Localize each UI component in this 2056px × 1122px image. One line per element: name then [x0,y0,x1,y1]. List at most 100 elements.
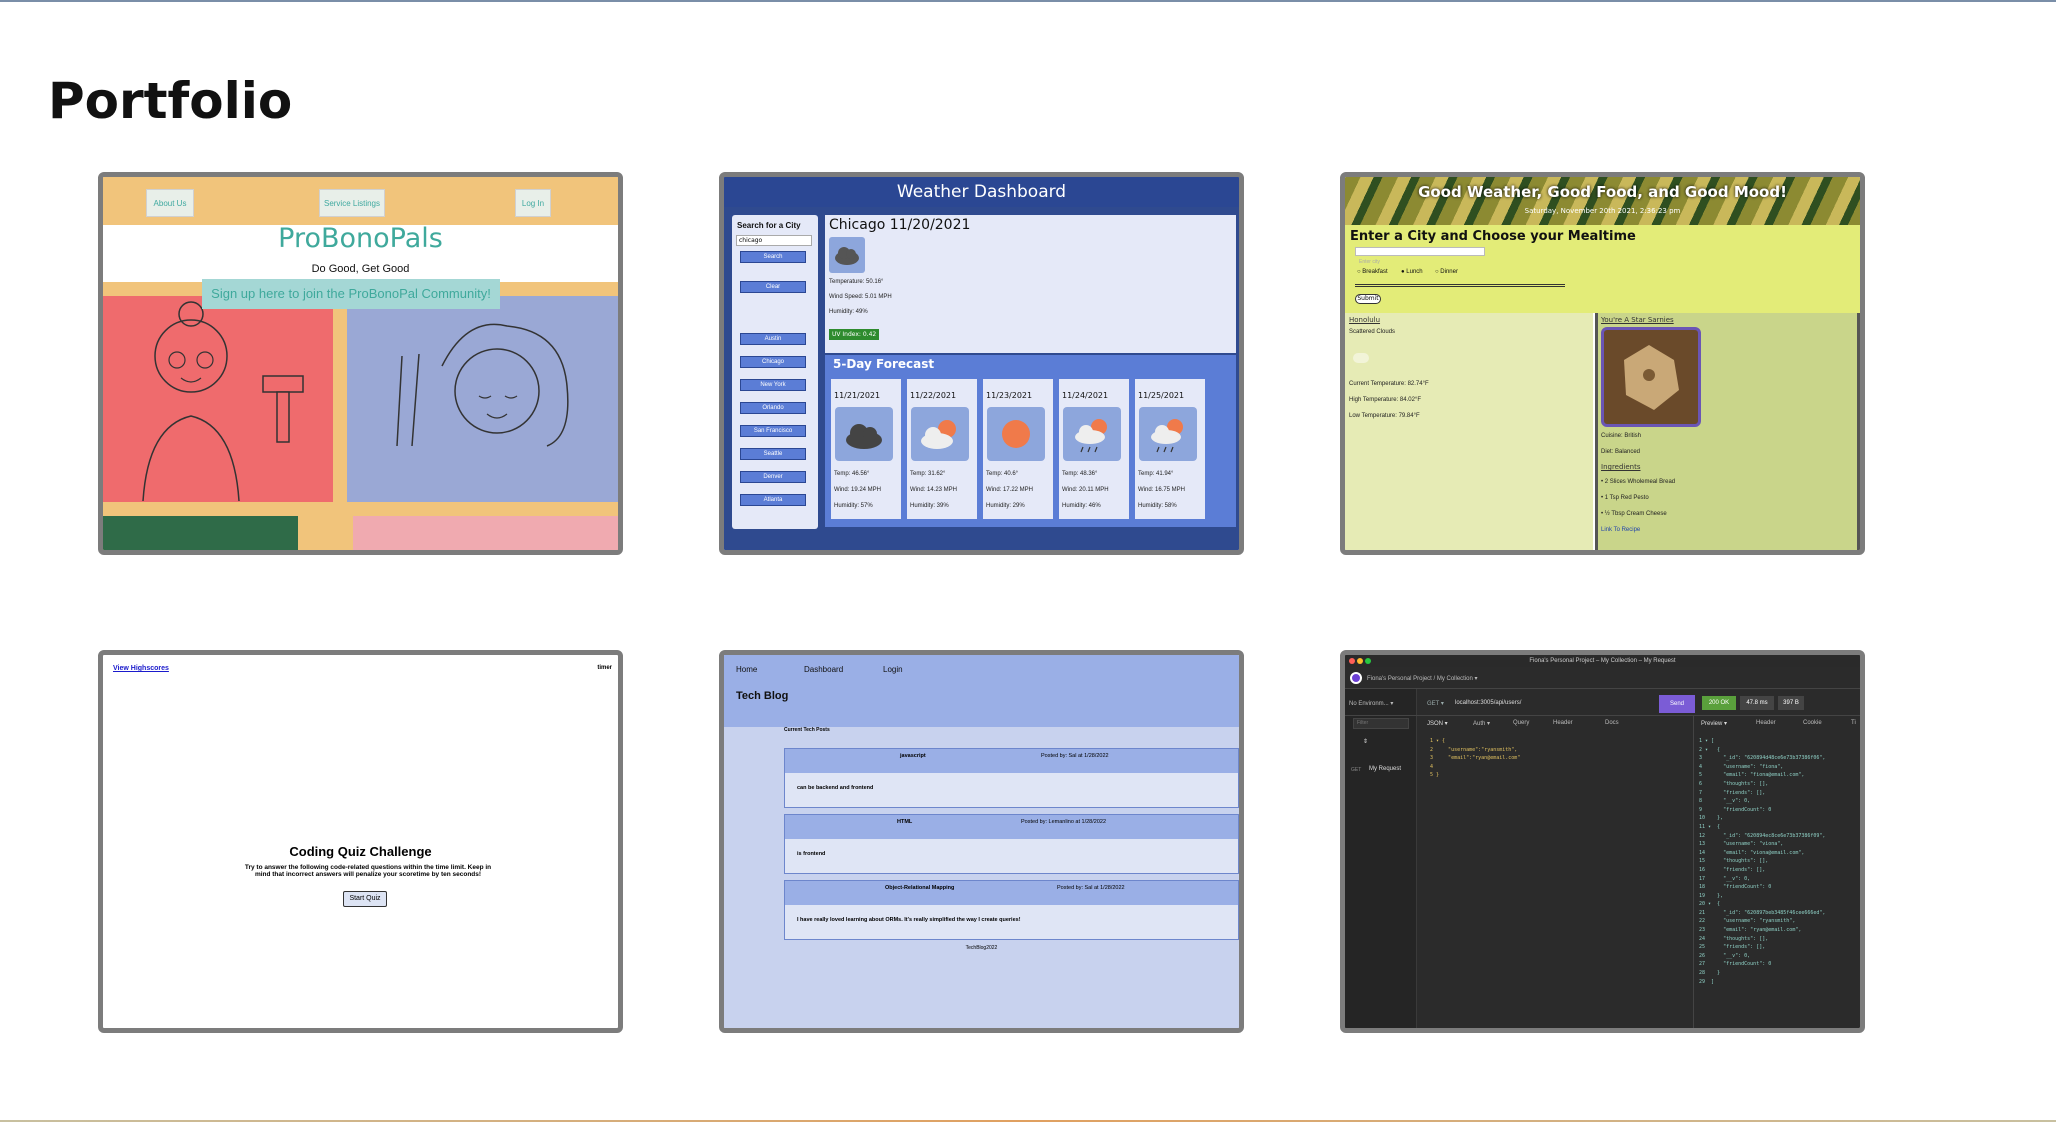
status-badge: 200 OK [1702,696,1736,710]
uv-index-badge: UV Index: 0.42 [829,329,880,340]
city-button-austin[interactable]: Austin [740,333,806,345]
post-title: HTML [897,819,913,825]
result-high-temp: High Temperature: 84.02°F [1349,397,1421,403]
project-card-tech-blog[interactable]: Home Dashboard Login Tech Blog Current T… [719,650,1244,1033]
post-body: is frontend [797,851,826,857]
forecast-wind: Wind: 16.75 MPH [1138,487,1186,493]
city-input[interactable]: Enter city [1355,247,1485,265]
recipe-panel: You're A Star Sarnies Cuisine: British D… [1595,313,1860,550]
post-meta: Posted by: Lemanlino at 1/28/2022 [1021,819,1107,825]
illustration-panel-red [103,296,333,502]
close-window-icon[interactable] [1349,658,1355,664]
search-button[interactable]: Search [740,251,806,263]
forecast-date: 11/24/2021 [1062,391,1109,400]
forecast-temp: Temp: 31.62° [910,471,946,477]
tab-json[interactable]: JSON ▾ [1427,720,1448,727]
good-mood-date: Saturday, November 20th 2021, 2:36:23 pm [1524,207,1681,215]
tab-header[interactable]: Header [1553,720,1573,726]
project-card-api-client[interactable]: Fiona's Personal Project – My Collection… [1340,650,1865,1033]
recipe-link[interactable]: Link To Recipe [1601,527,1640,533]
recipe-title[interactable]: You're A Star Sarnies [1601,316,1674,324]
forecast-card: 11/22/2021 Temp: 31.62° Wind: 14.23 MPH … [907,379,977,519]
city-button-atlanta[interactable]: Atlanta [740,494,806,506]
form-divider [1355,284,1565,287]
request-body-editor[interactable]: 1 ▾ { 2 "username":"ryansmith", 3 "email… [1430,737,1520,780]
post-header: HTML Posted by: Lemanlino at 1/28/2022 [785,815,1238,839]
nav-about-us[interactable]: About Us [146,189,194,217]
tab-response-header[interactable]: Header [1756,720,1776,726]
filter-input[interactable]: Filter [1353,718,1409,729]
submit-button[interactable]: Submit [1355,294,1381,304]
tab-query[interactable]: Query [1513,720,1529,726]
collection-breadcrumb[interactable]: Fiona's Personal Project / My Collection… [1367,675,1478,682]
nav-login[interactable]: Login [883,665,903,674]
project-card-good-mood[interactable]: Good Weather, Good Food, and Good Mood! … [1340,172,1865,555]
tab-auth[interactable]: Auth ▾ [1473,720,1490,727]
result-current-temp: Current Temperature: 82.74°F [1349,381,1429,387]
forecast-wind: Wind: 19.24 MPH [834,487,882,493]
city-input-placeholder: Enter city [1359,259,1380,265]
ingredients-title: Ingredients [1601,463,1641,471]
meal-option-lunch[interactable]: ● Lunch [1401,269,1423,275]
tab-cookie[interactable]: Cookie [1803,720,1822,726]
forecast-temp: Temp: 46.56° [834,471,870,477]
url-input[interactable]: localhost:3005/api/users/ [1455,700,1521,706]
project-card-coding-quiz[interactable]: View Highscores timer Coding Quiz Challe… [98,650,623,1033]
tab-timeline[interactable]: Ti [1851,720,1856,726]
good-mood-header: Good Weather, Good Food, and Good Mood! … [1345,177,1860,225]
sidebar-request-item[interactable]: My Request [1369,766,1401,772]
city-meal-form: Enter a City and Choose your Mealtime En… [1345,225,1860,313]
project-card-weather-dashboard[interactable]: Weather Dashboard Search for a City chic… [719,172,1244,555]
tab-docs[interactable]: Docs [1605,720,1619,726]
post-title: Object-Relational Mapping [885,885,955,891]
forecast-humidity: Humidity: 57% [834,503,873,509]
clear-button[interactable]: Clear [740,281,806,293]
nav-dashboard[interactable]: Dashboard [804,665,843,674]
city-button-seattle[interactable]: Seattle [740,448,806,460]
nav-log-in[interactable]: Log In [515,189,551,217]
city-button-orlando[interactable]: Orlando [740,402,806,414]
post-body: can be backend and frontend [797,785,874,791]
sun-cloud-icon [911,407,969,461]
ingredient-item: • 2 Slices Wholemeal Bread [1601,479,1676,485]
illustration-panel-pink [353,516,618,550]
city-button-new-york[interactable]: New York [740,379,806,391]
blog-post[interactable]: Object-Relational Mapping Posted by: Sal… [784,880,1239,940]
signup-banner[interactable]: Sign up here to join the ProBonoPal Comm… [202,279,500,309]
city-button-denver[interactable]: Denver [740,471,806,483]
forecast-wind: Wind: 14.23 MPH [910,487,958,493]
environment-select[interactable]: No Environm... ▾ [1349,700,1393,707]
forecast-wind: Wind: 17.22 MPH [986,487,1034,493]
recipe-diet: Diet: Balanced [1601,449,1641,455]
forecast-date: 11/25/2021 [1138,391,1185,400]
quiz-title: Coding Quiz Challenge [289,844,432,859]
probono-title: ProBonoPals [278,223,443,254]
start-quiz-button[interactable]: Start Quiz [343,891,387,907]
view-highscores-link[interactable]: View Highscores [113,665,169,672]
nav-service-listings[interactable]: Service Listings [319,189,385,217]
person-peace-illustration [396,323,569,447]
city-button-chicago[interactable]: Chicago [740,356,806,368]
current-city-date: Chicago 11/20/2021 [829,217,971,233]
tab-preview[interactable]: Preview ▾ [1701,720,1727,727]
rain-icon [1139,407,1197,461]
maximize-window-icon[interactable] [1365,658,1371,664]
app-logo-icon [1350,672,1362,684]
blog-post[interactable]: HTML Posted by: Lemanlino at 1/28/2022 i… [784,814,1239,874]
project-card-probonopals[interactable]: About Us Service Listings Log In ProBono… [98,172,623,555]
meal-option-dinner[interactable]: ○ Dinner [1435,269,1458,275]
city-button-san-francisco[interactable]: San Francisco [740,425,806,437]
tech-blog-title: Tech Blog [736,690,789,702]
city-search-input[interactable]: chicago [736,235,812,246]
send-button[interactable]: Send [1659,695,1695,713]
meal-option-breakfast[interactable]: ○ Breakfast [1357,269,1388,275]
nav-home[interactable]: Home [736,665,757,674]
recipe-image [1601,327,1701,427]
method-select[interactable]: GET ▾ [1427,700,1444,707]
rain-icon [1063,407,1121,461]
minimize-window-icon[interactable] [1357,658,1363,664]
add-request-icon[interactable]: ⇕ [1363,738,1368,745]
forecast-date: 11/21/2021 [834,391,881,400]
blog-post[interactable]: javascript Posted by: Sal at 1/28/2022 c… [784,748,1239,808]
pane-divider [1693,715,1694,1028]
